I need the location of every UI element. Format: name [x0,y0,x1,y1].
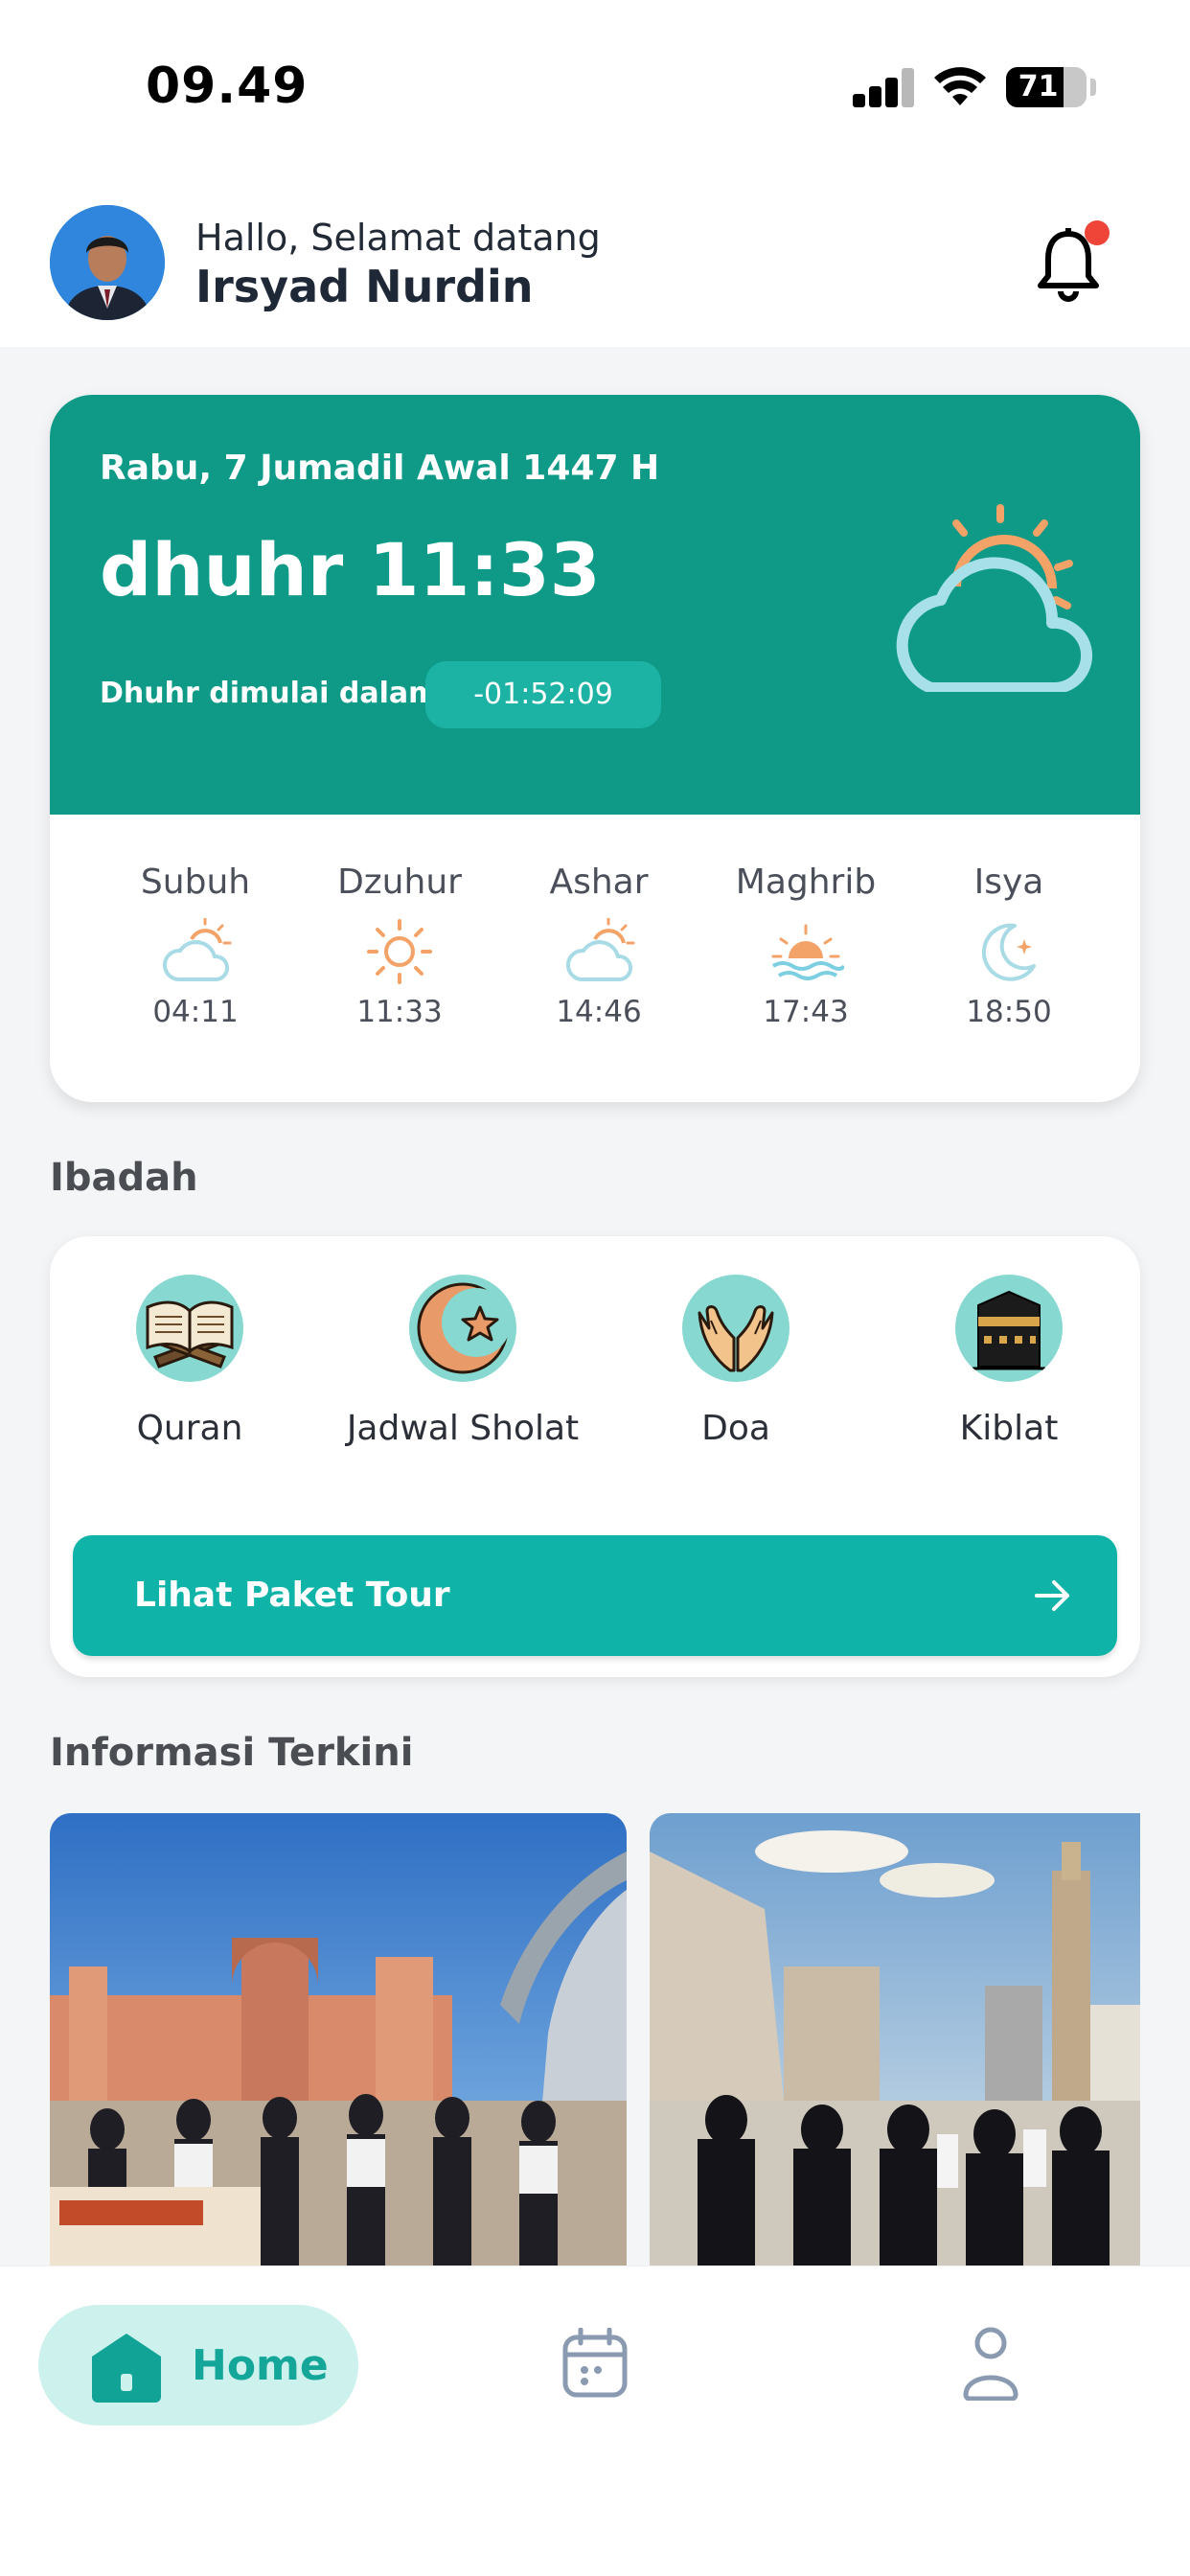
ibadah-item-quran[interactable]: Quran [56,1275,324,1448]
prayer-starts-label: Dhuhr dimulai dalam [100,677,439,710]
prayer-time-ashar[interactable]: Ashar 14:46 [517,862,680,1029]
tour-package-button[interactable]: Lihat Paket Tour [73,1535,1117,1656]
prayer-time: 18:50 [966,995,1052,1029]
prayer-time: 04:11 [152,995,239,1029]
ibadah-item-doa[interactable]: Doa [602,1275,870,1448]
arrow-right-icon [1035,1580,1069,1611]
notification-badge [1085,220,1110,245]
prayer-name: Dzuhur [337,862,462,902]
prayer-name: Isya [973,862,1044,902]
crescent-star-icon [409,1275,516,1382]
prayer-name: Maghrib [735,862,877,902]
prayer-time-maghrib[interactable]: Maghrib 17:43 [724,862,887,1029]
greeting-text: Hallo, Selamat datang [195,217,601,259]
battery-level: 71 [1018,70,1059,104]
cloud-sun-icon [896,504,1093,692]
sunset-icon [771,924,844,980]
tour-button-label: Lihat Paket Tour [134,1576,450,1615]
praying-hands-icon [682,1275,790,1382]
home-content[interactable]: Rabu, 7 Jumadil Awal 1447 H dhuhr 11:33 … [0,347,1190,2266]
hijri-date: Rabu, 7 Jumadil Awal 1447 H [100,448,660,488]
battery-tip [1090,79,1096,96]
prayer-name: Subuh [140,862,251,902]
section-title-news: Informasi Terkini [50,1731,414,1775]
kaaba-icon [955,1275,1063,1382]
bottom-nav: Home [0,2266,1190,2576]
status-bar: 09.49 71 [0,0,1190,172]
prayer-countdown: -01:52:09 [425,661,661,728]
current-prayer: dhuhr 11:33 [100,527,601,612]
ibadah-item-kiblat[interactable]: Kiblat [875,1275,1143,1448]
prayer-card: Rabu, 7 Jumadil Awal 1447 H dhuhr 11:33 … [50,395,1140,1102]
prayer-times-row: Subuh 04:11 Dzuhur 11:33 Ashar 14:46 Mag… [50,815,1140,1102]
nav-home-label: Home [192,2341,329,2390]
prayer-time: 11:33 [356,995,443,1029]
ibadah-label: Doa [701,1409,770,1448]
prayer-header: Rabu, 7 Jumadil Awal 1447 H dhuhr 11:33 … [50,395,1140,815]
battery-icon: 71 [1006,67,1087,107]
status-time: 09.49 [146,58,309,115]
prayer-time-subuh[interactable]: Subuh 04:11 [114,862,277,1029]
cloud-sun-icon [565,918,635,981]
sun-icon [367,919,432,984]
nav-home[interactable]: Home [38,2305,358,2426]
moon-stars-icon [981,923,1036,981]
ibadah-label: Kiblat [959,1409,1059,1448]
quran-icon [136,1275,243,1382]
news-card-image[interactable] [650,1813,1140,2266]
ibadah-label: Jadwal Sholat [346,1409,580,1448]
prayer-time: 17:43 [763,995,849,1029]
prayer-time: 14:46 [556,995,642,1029]
profile-icon[interactable] [962,2326,1019,2401]
prayer-time-isya[interactable]: Isya 18:50 [927,862,1090,1029]
cloud-sun-icon [162,918,232,981]
home-icon [92,2334,161,2403]
user-name: Irsyad Nurdin [195,261,534,312]
prayer-name: Ashar [549,862,649,902]
section-title-ibadah: Ibadah [50,1156,198,1200]
news-card-image[interactable] [50,1813,627,2266]
wifi-icon [934,67,986,105]
prayer-time-dzuhur[interactable]: Dzuhur 11:33 [318,862,481,1029]
ibadah-card: Quran Jadwal Sholat Doa Kiblat Lihat Pak… [50,1236,1140,1677]
ibadah-label: Quran [136,1409,243,1448]
calendar-icon[interactable] [561,2328,629,2399]
app-header: Hallo, Selamat datang Irsyad Nurdin [0,172,1190,347]
signal-icon [853,67,914,107]
ibadah-item-jadwal-sholat[interactable]: Jadwal Sholat [329,1275,597,1448]
avatar[interactable] [50,205,165,320]
